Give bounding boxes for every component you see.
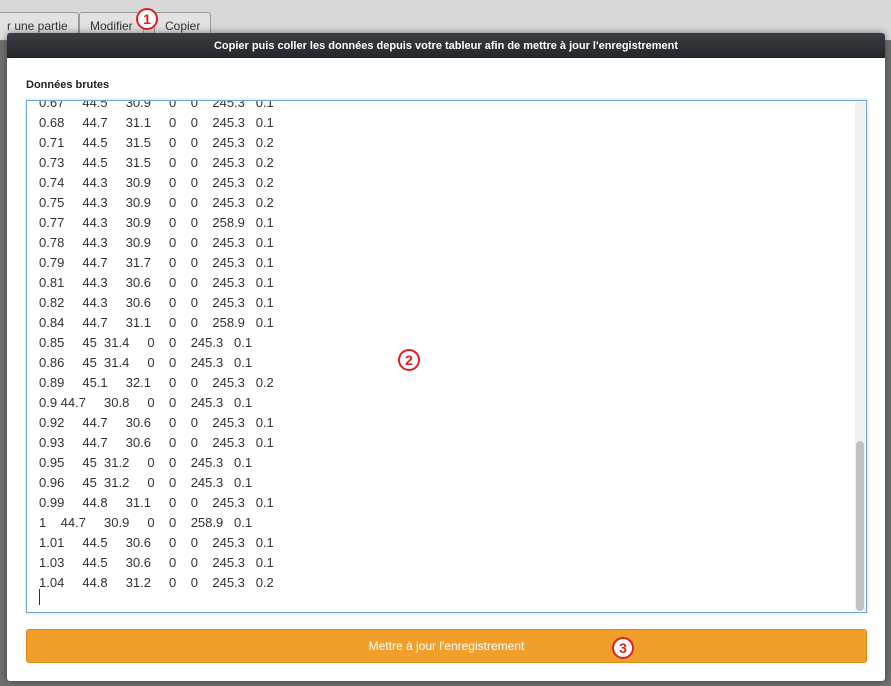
raw-data-line: 0.75 44.3 30.9 0 0 245.3 0.2 (39, 195, 274, 210)
raw-data-line: 1.01 44.5 30.6 0 0 245.3 0.1 (39, 535, 274, 550)
raw-data-line: 0.77 44.3 30.9 0 0 258.9 0.1 (39, 215, 274, 230)
raw-data-line: 0.84 44.7 31.1 0 0 258.9 0.1 (39, 315, 274, 330)
annotation-marker-2: 2 (398, 349, 420, 371)
raw-data-label: Données brutes (26, 79, 110, 91)
raw-data-line: 0.82 44.3 30.6 0 0 245.3 0.1 (39, 295, 274, 310)
raw-data-line: 0.92 44.7 30.6 0 0 245.3 0.1 (39, 415, 274, 430)
update-record-button[interactable]: Mettre à jour l'enregistrement (26, 629, 867, 663)
raw-data-line: 0.86 45 31.4 0 0 245.3 0.1 (39, 355, 253, 370)
raw-data-line: 1.03 44.5 30.6 0 0 245.3 0.1 (39, 555, 274, 570)
raw-data-line: 0.9 44.7 30.8 0 0 245.3 0.1 (39, 395, 253, 410)
raw-data-line: 0.73 44.5 31.5 0 0 245.3 0.2 (39, 155, 274, 170)
raw-data-line: 0.85 45 31.4 0 0 245.3 0.1 (39, 335, 253, 350)
raw-data-line: 0.67 44.5 30.9 0 0 245.3 0.1 (39, 100, 274, 110)
annotation-marker-1: 1 (136, 8, 158, 30)
text-caret (39, 589, 40, 605)
copy-data-modal: Copier puis coller les données depuis vo… (7, 33, 885, 681)
raw-data-line: 0.99 44.8 31.1 0 0 245.3 0.1 (39, 495, 274, 510)
raw-data-line: 0.96 45 31.2 0 0 245.3 0.1 (39, 475, 253, 490)
raw-data-textarea[interactable]: 0.67 44.5 30.9 0 0 245.3 0.1 0.68 44.7 31… (26, 100, 867, 613)
raw-data-line: 0.79 44.7 31.7 0 0 245.3 0.1 (39, 255, 274, 270)
raw-data-line: 0.81 44.3 30.6 0 0 245.3 0.1 (39, 275, 274, 290)
raw-data-line: 0.74 44.3 30.9 0 0 245.3 0.2 (39, 175, 274, 190)
annotation-marker-3: 3 (612, 637, 634, 659)
raw-data-content: 0.67 44.5 30.9 0 0 245.3 0.1 0.68 44.7 31… (39, 100, 846, 593)
raw-data-line: 0.78 44.3 30.9 0 0 245.3 0.1 (39, 235, 274, 250)
raw-data-line: 0.71 44.5 31.5 0 0 245.3 0.2 (39, 135, 274, 150)
raw-data-line: 0.93 44.7 30.6 0 0 245.3 0.1 (39, 435, 274, 450)
raw-data-line: 0.95 45 31.2 0 0 245.3 0.1 (39, 455, 253, 470)
raw-data-line: 1 44.7 30.9 0 0 258.9 0.1 (39, 515, 253, 530)
textarea-scrollbar[interactable] (855, 102, 865, 611)
raw-data-line: 1.04 44.8 31.2 0 0 245.3 0.2 (39, 575, 274, 590)
raw-data-line: 0.68 44.7 31.1 0 0 245.3 0.1 (39, 115, 274, 130)
modal-title: Copier puis coller les données depuis vo… (7, 33, 885, 58)
raw-data-line: 0.89 45.1 32.1 0 0 245.3 0.2 (39, 375, 274, 390)
scrollbar-thumb[interactable] (856, 441, 864, 611)
